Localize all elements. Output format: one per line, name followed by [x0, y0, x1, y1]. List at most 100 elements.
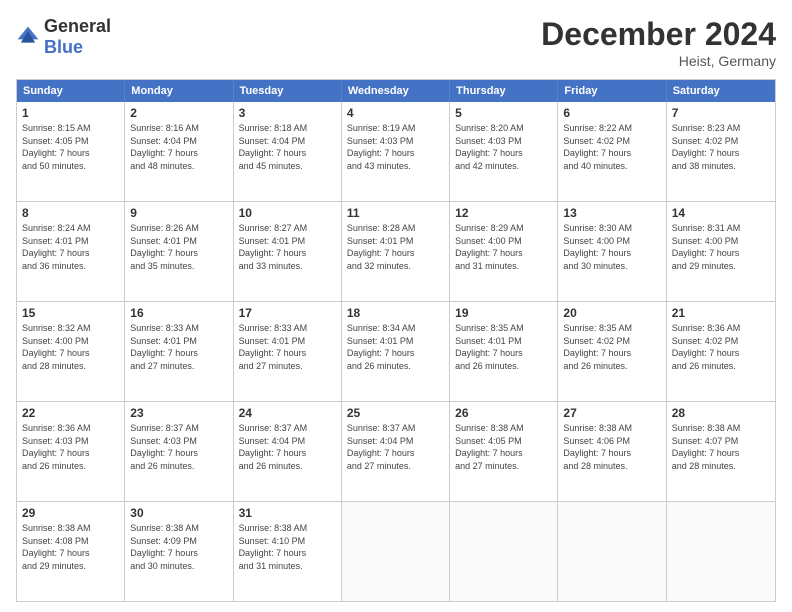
logo-general: General: [44, 16, 111, 36]
cell-day-2-3: 18: [347, 306, 444, 320]
cell-day-1-3: 11: [347, 206, 444, 220]
cell-day-2-6: 21: [672, 306, 770, 320]
calendar-cell-3-4: 26 Sunrise: 8:38 AMSunset: 4:05 PMDaylig…: [450, 402, 558, 501]
cell-day-2-5: 20: [563, 306, 660, 320]
cell-day-1-5: 13: [563, 206, 660, 220]
cell-info-3-1: Sunrise: 8:37 AMSunset: 4:03 PMDaylight:…: [130, 422, 227, 472]
cell-day-2-1: 16: [130, 306, 227, 320]
cell-info-2-2: Sunrise: 8:33 AMSunset: 4:01 PMDaylight:…: [239, 322, 336, 372]
cell-info-1-5: Sunrise: 8:30 AMSunset: 4:00 PMDaylight:…: [563, 222, 660, 272]
cell-day-1-0: 8: [22, 206, 119, 220]
calendar-cell-4-1: 30 Sunrise: 8:38 AMSunset: 4:09 PMDaylig…: [125, 502, 233, 601]
cell-info-1-0: Sunrise: 8:24 AMSunset: 4:01 PMDaylight:…: [22, 222, 119, 272]
cell-day-0-6: 7: [672, 106, 770, 120]
calendar-cell-4-0: 29 Sunrise: 8:38 AMSunset: 4:08 PMDaylig…: [17, 502, 125, 601]
cell-day-1-4: 12: [455, 206, 552, 220]
calendar-cell-0-4: 5 Sunrise: 8:20 AMSunset: 4:03 PMDayligh…: [450, 102, 558, 201]
cell-day-3-5: 27: [563, 406, 660, 420]
calendar-cell-1-2: 10 Sunrise: 8:27 AMSunset: 4:01 PMDaylig…: [234, 202, 342, 301]
cell-info-1-2: Sunrise: 8:27 AMSunset: 4:01 PMDaylight:…: [239, 222, 336, 272]
cell-day-4-1: 30: [130, 506, 227, 520]
calendar-cell-4-2: 31 Sunrise: 8:38 AMSunset: 4:10 PMDaylig…: [234, 502, 342, 601]
cell-day-4-2: 31: [239, 506, 336, 520]
cell-day-3-0: 22: [22, 406, 119, 420]
cell-info-0-0: Sunrise: 8:15 AMSunset: 4:05 PMDaylight:…: [22, 122, 119, 172]
calendar-cell-4-3: [342, 502, 450, 601]
cell-day-1-1: 9: [130, 206, 227, 220]
calendar-cell-1-0: 8 Sunrise: 8:24 AMSunset: 4:01 PMDayligh…: [17, 202, 125, 301]
cell-day-2-2: 17: [239, 306, 336, 320]
cell-day-0-2: 3: [239, 106, 336, 120]
cell-info-0-3: Sunrise: 8:19 AMSunset: 4:03 PMDaylight:…: [347, 122, 444, 172]
cell-info-0-1: Sunrise: 8:16 AMSunset: 4:04 PMDaylight:…: [130, 122, 227, 172]
cell-info-3-6: Sunrise: 8:38 AMSunset: 4:07 PMDaylight:…: [672, 422, 770, 472]
cell-info-3-2: Sunrise: 8:37 AMSunset: 4:04 PMDaylight:…: [239, 422, 336, 472]
header-friday: Friday: [558, 80, 666, 102]
calendar-row-1: 8 Sunrise: 8:24 AMSunset: 4:01 PMDayligh…: [17, 201, 775, 301]
cell-info-2-1: Sunrise: 8:33 AMSunset: 4:01 PMDaylight:…: [130, 322, 227, 372]
cell-info-2-3: Sunrise: 8:34 AMSunset: 4:01 PMDaylight:…: [347, 322, 444, 372]
logo-blue: Blue: [44, 37, 83, 57]
calendar-cell-3-3: 25 Sunrise: 8:37 AMSunset: 4:04 PMDaylig…: [342, 402, 450, 501]
cell-info-3-0: Sunrise: 8:36 AMSunset: 4:03 PMDaylight:…: [22, 422, 119, 472]
cell-info-3-4: Sunrise: 8:38 AMSunset: 4:05 PMDaylight:…: [455, 422, 552, 472]
cell-day-1-6: 14: [672, 206, 770, 220]
cell-day-4-0: 29: [22, 506, 119, 520]
calendar-cell-3-6: 28 Sunrise: 8:38 AMSunset: 4:07 PMDaylig…: [667, 402, 775, 501]
logo: General Blue: [16, 16, 111, 58]
logo-icon: [16, 25, 40, 49]
month-title: December 2024: [541, 16, 776, 53]
calendar-cell-0-5: 6 Sunrise: 8:22 AMSunset: 4:02 PMDayligh…: [558, 102, 666, 201]
calendar-cell-2-4: 19 Sunrise: 8:35 AMSunset: 4:01 PMDaylig…: [450, 302, 558, 401]
calendar-cell-2-1: 16 Sunrise: 8:33 AMSunset: 4:01 PMDaylig…: [125, 302, 233, 401]
calendar-cell-4-4: [450, 502, 558, 601]
cell-day-3-3: 25: [347, 406, 444, 420]
cell-day-3-4: 26: [455, 406, 552, 420]
location: Heist, Germany: [541, 53, 776, 69]
cell-info-0-4: Sunrise: 8:20 AMSunset: 4:03 PMDaylight:…: [455, 122, 552, 172]
calendar: Sunday Monday Tuesday Wednesday Thursday…: [16, 79, 776, 602]
calendar-cell-1-5: 13 Sunrise: 8:30 AMSunset: 4:00 PMDaylig…: [558, 202, 666, 301]
calendar-cell-1-1: 9 Sunrise: 8:26 AMSunset: 4:01 PMDayligh…: [125, 202, 233, 301]
cell-info-3-3: Sunrise: 8:37 AMSunset: 4:04 PMDaylight:…: [347, 422, 444, 472]
cell-day-3-6: 28: [672, 406, 770, 420]
calendar-cell-3-5: 27 Sunrise: 8:38 AMSunset: 4:06 PMDaylig…: [558, 402, 666, 501]
cell-info-0-5: Sunrise: 8:22 AMSunset: 4:02 PMDaylight:…: [563, 122, 660, 172]
calendar-cell-2-2: 17 Sunrise: 8:33 AMSunset: 4:01 PMDaylig…: [234, 302, 342, 401]
cell-day-0-3: 4: [347, 106, 444, 120]
calendar-cell-0-1: 2 Sunrise: 8:16 AMSunset: 4:04 PMDayligh…: [125, 102, 233, 201]
cell-info-2-6: Sunrise: 8:36 AMSunset: 4:02 PMDaylight:…: [672, 322, 770, 372]
calendar-cell-2-0: 15 Sunrise: 8:32 AMSunset: 4:00 PMDaylig…: [17, 302, 125, 401]
calendar-cell-1-4: 12 Sunrise: 8:29 AMSunset: 4:00 PMDaylig…: [450, 202, 558, 301]
cell-day-3-2: 24: [239, 406, 336, 420]
cell-day-3-1: 23: [130, 406, 227, 420]
header: General Blue December 2024 Heist, German…: [16, 16, 776, 69]
calendar-cell-4-6: [667, 502, 775, 601]
calendar-row-0: 1 Sunrise: 8:15 AMSunset: 4:05 PMDayligh…: [17, 102, 775, 201]
calendar-cell-2-6: 21 Sunrise: 8:36 AMSunset: 4:02 PMDaylig…: [667, 302, 775, 401]
cell-info-1-3: Sunrise: 8:28 AMSunset: 4:01 PMDaylight:…: [347, 222, 444, 272]
calendar-cell-0-3: 4 Sunrise: 8:19 AMSunset: 4:03 PMDayligh…: [342, 102, 450, 201]
cell-info-4-2: Sunrise: 8:38 AMSunset: 4:10 PMDaylight:…: [239, 522, 336, 572]
header-tuesday: Tuesday: [234, 80, 342, 102]
cell-info-0-2: Sunrise: 8:18 AMSunset: 4:04 PMDaylight:…: [239, 122, 336, 172]
cell-day-2-4: 19: [455, 306, 552, 320]
cell-info-0-6: Sunrise: 8:23 AMSunset: 4:02 PMDaylight:…: [672, 122, 770, 172]
calendar-cell-1-3: 11 Sunrise: 8:28 AMSunset: 4:01 PMDaylig…: [342, 202, 450, 301]
calendar-cell-0-6: 7 Sunrise: 8:23 AMSunset: 4:02 PMDayligh…: [667, 102, 775, 201]
cell-info-4-0: Sunrise: 8:38 AMSunset: 4:08 PMDaylight:…: [22, 522, 119, 572]
logo-text: General Blue: [44, 16, 111, 58]
cell-day-0-4: 5: [455, 106, 552, 120]
calendar-row-2: 15 Sunrise: 8:32 AMSunset: 4:00 PMDaylig…: [17, 301, 775, 401]
page: General Blue December 2024 Heist, German…: [0, 0, 792, 612]
cell-info-2-4: Sunrise: 8:35 AMSunset: 4:01 PMDaylight:…: [455, 322, 552, 372]
cell-day-0-5: 6: [563, 106, 660, 120]
header-saturday: Saturday: [667, 80, 775, 102]
calendar-row-4: 29 Sunrise: 8:38 AMSunset: 4:08 PMDaylig…: [17, 501, 775, 601]
calendar-cell-0-2: 3 Sunrise: 8:18 AMSunset: 4:04 PMDayligh…: [234, 102, 342, 201]
calendar-cell-2-3: 18 Sunrise: 8:34 AMSunset: 4:01 PMDaylig…: [342, 302, 450, 401]
cell-day-1-2: 10: [239, 206, 336, 220]
cell-info-3-5: Sunrise: 8:38 AMSunset: 4:06 PMDaylight:…: [563, 422, 660, 472]
cell-info-2-5: Sunrise: 8:35 AMSunset: 4:02 PMDaylight:…: [563, 322, 660, 372]
header-thursday: Thursday: [450, 80, 558, 102]
